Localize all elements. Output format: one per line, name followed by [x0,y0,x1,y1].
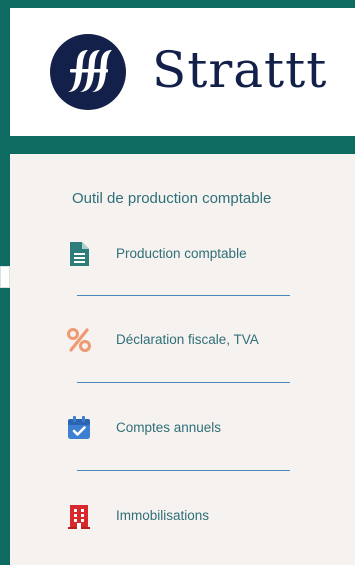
percent-icon [65,326,93,354]
brand-name: Strattt [152,41,328,99]
menu-item-label: Production comptable [116,246,247,261]
menu-divider [77,470,290,471]
navigation-panel: Outil de production comptable Production… [10,154,355,565]
menu-item-label: Comptes annuels [116,420,222,435]
header-divider-band [10,136,355,154]
menu-item-immobilisations[interactable]: Immobilisations [10,496,355,536]
menu-item-production-comptable[interactable]: Production comptable [10,234,355,274]
menu-item-declaration-fiscale[interactable]: Déclaration fiscale, TVA [10,320,355,360]
side-collapse-handle[interactable] [0,266,10,288]
menu-divider [77,382,290,383]
menu-divider [77,295,290,296]
menu-item-label: Immobilisations [116,508,210,523]
document-icon [65,240,93,268]
calendar-check-icon [65,414,93,442]
app-header: Strattt [10,8,355,136]
menu-item-comptes-annuels[interactable]: Comptes annuels [10,408,355,448]
building-icon [65,502,93,530]
menu-item-label: Déclaration fiscale, TVA [116,332,259,347]
panel-title: Outil de production comptable [72,190,272,207]
stylized-fff-logo-icon [68,50,112,92]
brand-logo[interactable] [50,34,126,110]
